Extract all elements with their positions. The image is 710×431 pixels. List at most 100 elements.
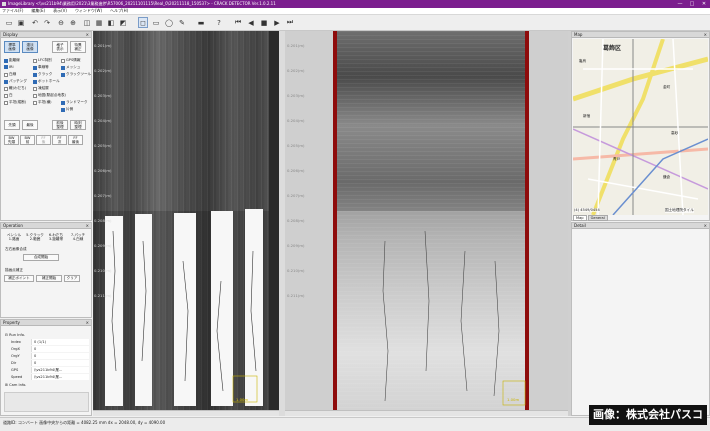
checkbox[interactable] — [33, 58, 37, 63]
minimize-button[interactable]: — — [674, 0, 686, 8]
checkbox[interactable] — [61, 107, 65, 112]
special-correction-button[interactable]: 特異 補正 — [70, 41, 86, 53]
category-crack[interactable]: 5.クラック 2.範囲 — [25, 232, 45, 242]
rect-icon[interactable]: ▭ — [151, 17, 161, 28]
checkbox[interactable] — [61, 58, 65, 63]
left-horizontal-scrollbar[interactable] — [93, 410, 279, 416]
left-road-view[interactable]: 0.201(m) 0.202(m) 0.203(m) 0.204(m) 0.20… — [93, 31, 279, 410]
map-canvas[interactable]: 葛飾区 亀有 金町 新宿 高砂 青戸 鎌倉 (4) 4549/0454 国土地理… — [573, 39, 708, 215]
checkbox[interactable] — [4, 58, 8, 63]
menu-edit[interactable]: 編集(E) — [31, 8, 45, 14]
redo-icon[interactable]: ↷ — [42, 17, 52, 28]
ruler-icon[interactable]: ▬ — [196, 17, 206, 28]
check-rut[interactable]: 轍(わだち) — [4, 86, 26, 91]
check-white[interactable]: 白 — [4, 93, 13, 98]
category-road[interactable]: ペンシル 1.路面 — [4, 232, 24, 242]
checkbox[interactable] — [61, 65, 65, 70]
checkbox[interactable] — [33, 100, 37, 105]
property-value[interactable]: \\vs211b94\業... — [31, 374, 89, 380]
menu-view[interactable]: 表示(V) — [53, 8, 67, 14]
check-crack-tool[interactable]: クラックツール — [61, 72, 91, 77]
checkbox[interactable] — [4, 79, 8, 84]
bw-prev-button[interactable]: BW 前 — [20, 135, 35, 145]
ff-next-button[interactable]: FF 次 — [52, 135, 67, 145]
undo-icon[interactable]: ↶ — [30, 17, 40, 28]
property-value[interactable]: 0 (1/1) — [31, 339, 89, 345]
ff-next-disabled-button[interactable]: FF 後 — [36, 135, 51, 145]
check-patching[interactable]: パッチング — [4, 79, 27, 84]
checkbox[interactable] — [33, 86, 37, 91]
save-icon[interactable]: ▣ — [16, 17, 26, 28]
help-icon[interactable]: ? — [214, 17, 224, 28]
grayscale-image-button[interactable]: 濃淡 画像 — [22, 41, 38, 53]
zoom-out-icon[interactable]: ⊖ — [56, 17, 66, 28]
fit-icon[interactable]: ◫ — [82, 17, 92, 28]
category-rut[interactable]: 6.わだち 3.距離帯 — [46, 232, 66, 242]
play-icon[interactable]: ▶ — [272, 17, 282, 28]
standard-image-button[interactable]: 標準 画像 — [4, 41, 20, 53]
close-icon[interactable]: × — [86, 223, 89, 229]
checkbox[interactable] — [33, 65, 37, 70]
right-road-view[interactable]: 0.201(m) 0.202(m) 0.203(m) 0.204(m) 0.20… — [285, 31, 568, 410]
tab-general[interactable]: General — [587, 215, 608, 221]
close-icon[interactable]: × — [704, 32, 707, 38]
check-flat-long[interactable]: 平坦(縦断) — [4, 100, 26, 105]
prev-icon[interactable]: ◀ — [246, 17, 256, 28]
check-lane[interactable]: 車線等 — [33, 65, 49, 70]
check-map-origin[interactable]: 地図(駅起点地表) — [33, 93, 66, 98]
compose-start-button[interactable]: 合成開始 — [23, 254, 59, 261]
check-one-side[interactable]: 片側 — [61, 107, 73, 112]
sort-time-button[interactable]: 時刻 整理 — [70, 120, 86, 130]
cam-info-group[interactable]: ⊞ Cam Info. — [5, 383, 26, 387]
check-distance-line[interactable]: 距離線 — [4, 58, 20, 63]
grid-display-button[interactable]: 格子 表示 — [52, 41, 68, 53]
correction-point-button[interactable]: 補正ポイント — [4, 275, 34, 282]
close-icon[interactable]: × — [704, 223, 707, 229]
bw-first-button[interactable]: BW 先頭 — [4, 135, 19, 145]
checkbox[interactable] — [4, 100, 8, 105]
check-flat-cross[interactable]: 平坦(横) — [33, 100, 52, 105]
layers-icon[interactable]: ◧ — [106, 17, 116, 28]
check-mesh[interactable]: メッシュ — [61, 65, 80, 70]
check-iri[interactable]: IRI — [4, 65, 14, 69]
close-icon[interactable]: × — [86, 32, 89, 38]
check-crack[interactable]: クラック — [33, 72, 52, 77]
right-horizontal-scrollbar[interactable] — [285, 410, 568, 416]
checkbox[interactable] — [33, 72, 37, 77]
select-icon[interactable]: ◻ — [138, 17, 148, 28]
check-freeze[interactable]: 凍結層 — [33, 86, 49, 91]
checkbox[interactable] — [4, 72, 8, 77]
sort-order-button[interactable]: 前後 整理 — [52, 120, 68, 130]
checkbox[interactable] — [4, 93, 8, 98]
ff-last-button[interactable]: FF 最後 — [68, 135, 83, 145]
menu-help[interactable]: ヘルプ(H) — [110, 8, 128, 14]
grid-icon[interactable]: ▦ — [94, 17, 104, 28]
property-value[interactable]: 0 — [31, 346, 89, 352]
close-button[interactable]: ✕ — [698, 0, 710, 8]
check-pothole[interactable]: ポットホール — [33, 79, 60, 84]
last-icon[interactable]: ⏭ — [285, 17, 295, 28]
clear-button[interactable]: クリア — [64, 275, 80, 282]
check-lfc[interactable]: LFC特別 — [33, 58, 52, 63]
folder-icon[interactable]: ▭ — [4, 17, 14, 28]
checkbox[interactable] — [61, 72, 65, 77]
tab-map[interactable]: Map — [573, 215, 587, 221]
property-value[interactable]: \\vs211b94\業... — [31, 367, 89, 373]
check-gps[interactable]: GPS情報 — [61, 58, 80, 63]
maximize-button[interactable]: □ — [686, 0, 698, 8]
zoom-in-icon[interactable]: ⊕ — [68, 17, 78, 28]
checkbox[interactable] — [33, 79, 37, 84]
correction-start-button[interactable]: 補正開始 — [36, 275, 62, 282]
circle-icon[interactable]: ◯ — [164, 17, 174, 28]
checkbox[interactable] — [4, 65, 8, 69]
stop-icon[interactable]: ■ — [259, 17, 269, 28]
run-info-group[interactable]: ⊟ Run Info. — [5, 333, 25, 337]
checkbox[interactable] — [33, 93, 37, 98]
property-value[interactable]: 0 — [31, 360, 89, 366]
menu-file[interactable]: ファイル(F) — [2, 8, 23, 14]
last-button[interactable]: 最後 — [22, 120, 38, 130]
checkbox[interactable] — [4, 86, 8, 91]
close-icon[interactable]: × — [86, 320, 89, 326]
check-white-line[interactable]: 白線 — [4, 72, 16, 77]
first-icon[interactable]: ⏮ — [233, 17, 243, 28]
